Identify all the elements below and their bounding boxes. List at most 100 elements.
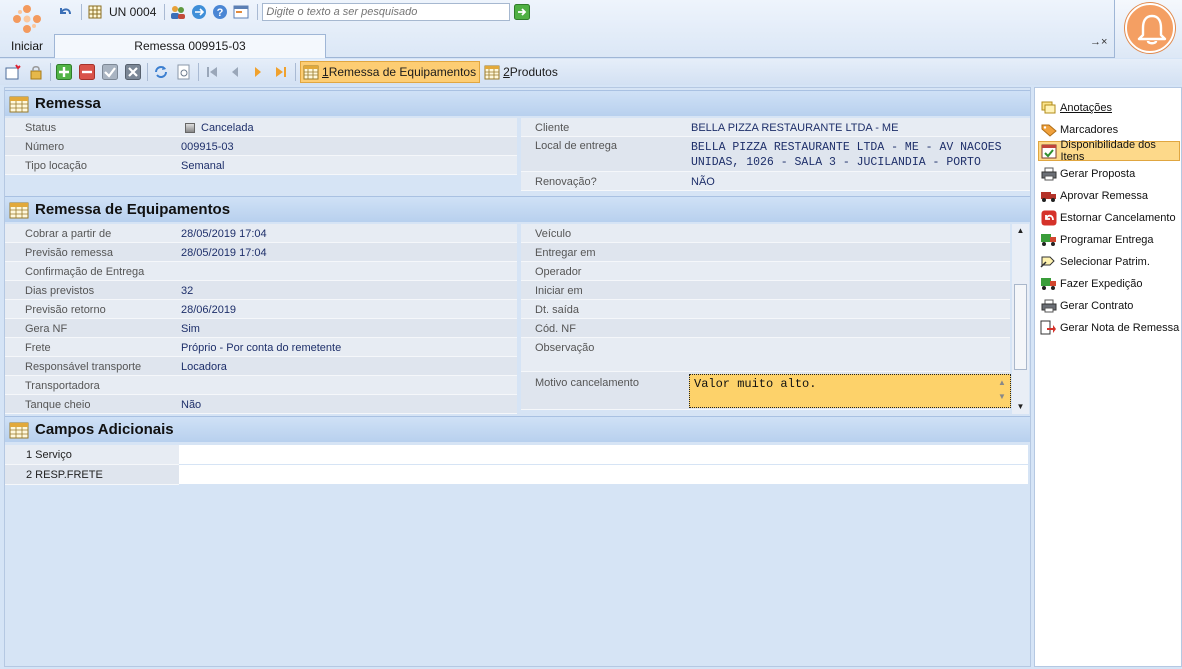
remove-icon[interactable]: [78, 63, 96, 81]
action-gerar-nota-remessa[interactable]: Gerar Nota de Remessa: [1038, 318, 1180, 338]
resp-frete-input[interactable]: [179, 465, 1028, 484]
next-record-icon[interactable]: [249, 63, 267, 81]
scroll-thumb[interactable]: [1014, 284, 1027, 370]
tipo-locacao-value[interactable]: Semanal: [181, 160, 224, 172]
add-icon[interactable]: [55, 63, 73, 81]
last-record-icon[interactable]: [272, 63, 290, 81]
confirm-icon[interactable]: [101, 63, 119, 81]
transportadora-field: Transportadora: [5, 376, 181, 395]
tipo-locacao-field: Tipo locação Semanal: [5, 156, 224, 175]
motivo-cancelamento-textarea[interactable]: Valor muito alto. ▲ ▼: [689, 374, 1011, 408]
first-record-icon[interactable]: [203, 63, 221, 81]
field-label: Veículo: [535, 227, 572, 240]
help-icon[interactable]: ?: [211, 3, 229, 21]
document-tab[interactable]: Remessa 009915-03: [54, 34, 326, 58]
scroll-down-icon[interactable]: ▼: [1012, 402, 1029, 411]
veiculo-field: Veículo: [515, 224, 691, 243]
cod-nf-field: Cód. NF: [515, 319, 691, 338]
field-value[interactable]: Próprio - Por conta do remetente: [181, 342, 341, 354]
action-marcadores[interactable]: Marcadores: [1038, 120, 1180, 140]
numero-value[interactable]: 009915-03: [181, 141, 234, 153]
undo-icon[interactable]: [56, 3, 74, 21]
field-label: Previsão remessa: [25, 246, 114, 259]
record-toolbar: 1 Remessa de Equipamentos 2 Produtos: [0, 59, 1182, 85]
action-estornar-cancelamento[interactable]: Estornar Cancelamento: [1038, 208, 1180, 228]
action-aprovar-remessa[interactable]: Aprovar Remessa: [1038, 186, 1180, 206]
section-header-equipamentos: Remessa de Equipamentos: [5, 196, 1030, 222]
dispatch-truck-icon: [1040, 276, 1057, 292]
previsao-remessa-field: Previsão remessa 28/05/2019 17:04: [5, 243, 267, 262]
main-form: Remessa Status Cancelada Número 009915-0…: [4, 87, 1031, 667]
field-value[interactable]: Locadora: [181, 361, 227, 373]
scroll-up-icon[interactable]: ▲: [1012, 226, 1029, 235]
action-programar-entrega[interactable]: Programar Entrega: [1038, 230, 1180, 250]
action-label: Gerar Contrato: [1060, 300, 1134, 312]
close-tab-icon[interactable]: →×: [1090, 36, 1107, 48]
action-disponibilidade-itens[interactable]: Disponibilidade dos Itens: [1038, 139, 1180, 163]
cliente-value[interactable]: BELLA PIZZA RESTAURANTE LTDA - ME: [691, 122, 898, 134]
window-icon[interactable]: [232, 3, 250, 21]
users-icon[interactable]: [169, 3, 187, 21]
numero-field: Número 009915-03: [5, 137, 234, 156]
tipo-locacao-label: Tipo locação: [25, 159, 87, 172]
action-gerar-contrato[interactable]: Gerar Contrato: [1038, 296, 1180, 316]
field-value[interactable]: Sim: [181, 323, 200, 335]
calendar-check-icon: [1041, 143, 1057, 159]
sync-icon[interactable]: [190, 3, 208, 21]
search-input[interactable]: [262, 3, 511, 21]
field-value[interactable]: 28/05/2019 17:04: [181, 247, 267, 259]
action-gerar-proposta[interactable]: Gerar Proposta: [1038, 164, 1180, 184]
action-anotacoes[interactable]: Anotações: [1038, 98, 1180, 118]
field-value[interactable]: 32: [181, 285, 193, 297]
renovacao-field: Renovação? NÃO: [515, 172, 715, 191]
local-entrega-value[interactable]: BELLA PIZZA RESTAURANTE LTDA - ME - AV N…: [691, 140, 1002, 170]
preview-icon[interactable]: [175, 63, 193, 81]
renovacao-value[interactable]: NÃO: [691, 176, 715, 188]
business-unit-label[interactable]: UN 0004: [109, 5, 156, 19]
confirmacao-entrega-field: Confirmação de Entrega: [5, 262, 181, 281]
action-label: Marcadores: [1060, 124, 1119, 136]
field-label: Entregar em: [535, 246, 596, 259]
start-button[interactable]: Iniciar: [0, 0, 54, 56]
action-selecionar-patrim[interactable]: Selecionar Patrim.: [1038, 252, 1180, 272]
calendar-grid-icon: [9, 422, 29, 438]
status-field: Status Cancelada: [5, 118, 254, 137]
previous-record-icon[interactable]: [226, 63, 244, 81]
field-value[interactable]: 28/05/2019 17:04: [181, 228, 267, 240]
action-fazer-expedicao[interactable]: Fazer Expedição: [1038, 274, 1180, 294]
cliente-label: Cliente: [535, 121, 570, 134]
action-label: Disponibilidade dos Itens: [1060, 139, 1156, 163]
status-value[interactable]: Cancelada: [201, 122, 254, 134]
printer-icon: [1040, 166, 1057, 182]
renovacao-label: Renovação?: [535, 175, 597, 188]
grid-icon[interactable]: [86, 3, 104, 21]
notification-bell-button[interactable]: [1125, 3, 1175, 53]
textarea-scrollbar[interactable]: ▲ ▼: [995, 376, 1009, 406]
dt-saida-field: Dt. saída: [515, 300, 691, 319]
cliente-field: Cliente BELLA PIZZA RESTAURANTE LTDA - M…: [515, 118, 898, 137]
local-entrega-field: Local de entrega BELLA PIZZA RESTAURANTE…: [515, 137, 1002, 171]
tag-icon: [1040, 122, 1057, 138]
motivo-cancelamento-label: Motivo cancelamento: [535, 376, 639, 389]
quick-access-bar: UN 0004 ?: [56, 2, 531, 22]
refresh-icon[interactable]: [152, 63, 170, 81]
select-asset-icon: [1040, 254, 1057, 270]
field-value[interactable]: 28/06/2019: [181, 304, 236, 316]
status-square-icon: [185, 122, 195, 133]
local-entrega-label: Local de entrega: [535, 140, 617, 152]
lock-icon[interactable]: [27, 63, 45, 81]
field-value[interactable]: Não: [181, 399, 201, 411]
notifications-panel: [1114, 0, 1182, 58]
numero-label: Número: [25, 140, 65, 153]
servico-input[interactable]: [179, 445, 1028, 464]
new-record-icon[interactable]: [4, 63, 22, 81]
status-label: Status: [25, 121, 57, 134]
tab-remessa-equipamentos[interactable]: 1 Remessa de Equipamentos: [300, 61, 481, 83]
vertical-scrollbar[interactable]: ▲ ▼: [1012, 224, 1029, 414]
section-title: Campos Adicionais: [35, 421, 174, 438]
tab-produtos[interactable]: 2 Produtos: [482, 61, 561, 83]
action-label: Gerar Nota de Remessa: [1060, 322, 1180, 334]
cancel-icon[interactable]: [124, 63, 142, 81]
search-go-icon[interactable]: [514, 4, 531, 20]
calendar-grid-icon: [303, 65, 319, 80]
